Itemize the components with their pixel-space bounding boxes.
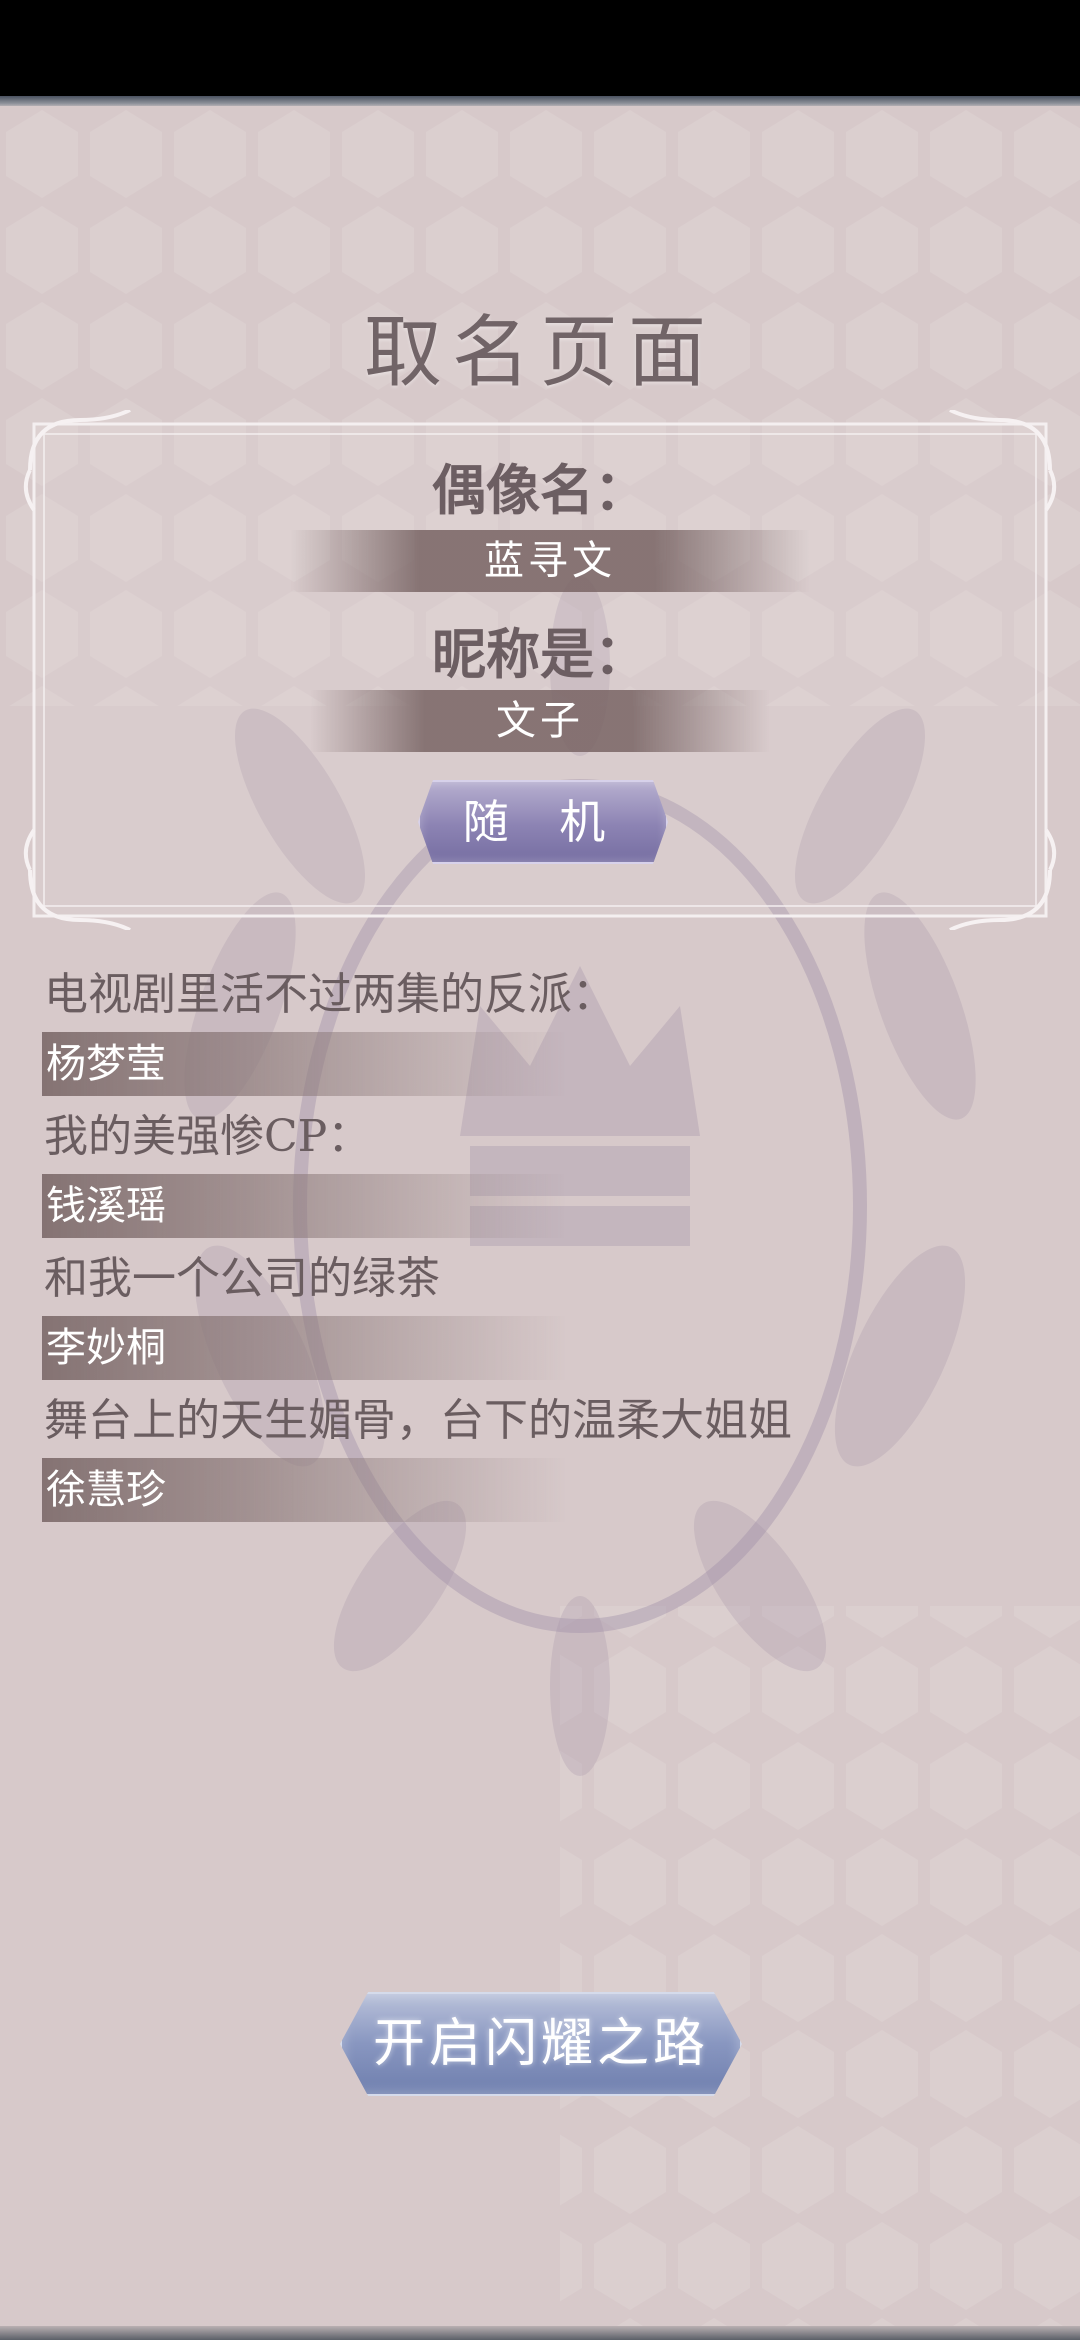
nickname-label: 昵称是： [432, 622, 648, 686]
role-name: 李妙桐 [42, 1316, 566, 1380]
idol-name-field[interactable]: 蓝寻文 [290, 530, 810, 592]
bottom-edge [0, 2326, 1080, 2340]
role-name: 杨梦莹 [42, 1032, 566, 1096]
page-title: 取名页面 [363, 308, 716, 398]
start-journey-button[interactable]: 开启闪耀之路 [340, 1992, 742, 2096]
role-name: 钱溪瑶 [42, 1174, 566, 1238]
random-button[interactable]: 随 机 [418, 780, 668, 864]
status-bar [0, 0, 1080, 100]
role-description: 我的美强惨CP： [44, 1111, 372, 1162]
idol-name-label: 偶像名： [432, 458, 648, 522]
role-description: 电视剧里活不过两集的反派： [44, 969, 616, 1020]
nickname-field[interactable]: 文子 [310, 690, 770, 752]
role-description: 舞台上的天生媚骨，台下的温柔大姐姐 [44, 1395, 792, 1446]
game-screen: 取名页面 偶像名： 蓝寻文 昵称是： 文子 随 机 电视剧里活不过两集的反派： … [0, 0, 1080, 2340]
role-description: 和我一个公司的绿茶 [44, 1253, 440, 1304]
role-name: 徐慧珍 [42, 1458, 566, 1522]
